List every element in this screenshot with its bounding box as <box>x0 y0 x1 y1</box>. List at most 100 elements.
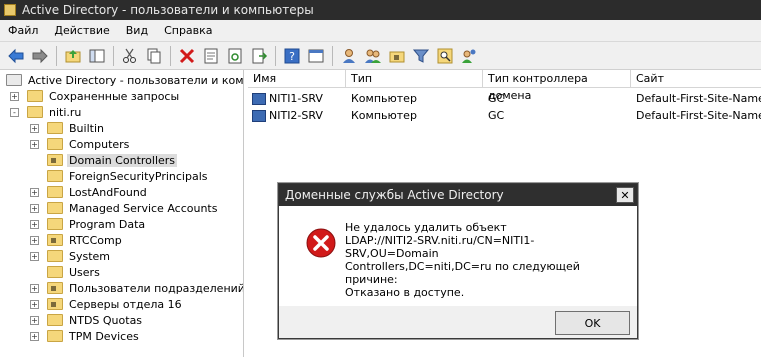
console-icon[interactable] <box>305 45 327 67</box>
dialog-title: Доменные службы Active Directory <box>285 188 504 202</box>
expand-icon[interactable]: + <box>30 187 39 197</box>
folder-icon <box>47 250 63 262</box>
folder-icon <box>47 122 63 134</box>
menu-action[interactable]: Действие <box>46 24 117 37</box>
column-header-dc-type[interactable]: Тип контроллера домена <box>483 70 631 102</box>
create-ou-icon[interactable] <box>386 45 408 67</box>
error-dialog: Доменные службы Active Directory ✕ Не уд… <box>278 183 638 339</box>
tree-item-label: Пользователи подразделений НИТ <box>69 281 244 295</box>
folder-icon <box>47 218 63 230</box>
cell-dc-type: GC <box>488 109 505 122</box>
find-icon[interactable] <box>434 45 456 67</box>
error-message-line: Не удалось удалить объект <box>345 221 507 234</box>
toolbar-separator <box>275 45 276 66</box>
expand-icon[interactable]: + <box>30 235 39 245</box>
tree-item[interactable]: + Computers <box>30 136 131 152</box>
table-row[interactable]: NITI1-SRV Компьютер GC Default-First-Sit… <box>248 90 761 107</box>
column-header-name[interactable]: Имя <box>248 70 346 88</box>
tree-item-label: Builtin <box>69 121 104 135</box>
toolbar-separator <box>170 45 171 66</box>
cell-name: NITI2-SRV <box>248 109 346 122</box>
toolbar: ? <box>0 42 761 70</box>
up-folder-icon[interactable] <box>62 45 84 67</box>
export-list-icon[interactable] <box>248 45 270 67</box>
tree-item[interactable]: Domain Controllers <box>30 152 178 168</box>
tree-item[interactable]: Users <box>30 264 102 280</box>
tree-item[interactable]: - niti.ru <box>10 104 83 120</box>
copy-icon[interactable] <box>143 45 165 67</box>
column-header-type[interactable]: Тип <box>346 70 483 88</box>
tree-item[interactable]: ForeignSecurityPrincipals <box>30 168 210 184</box>
tree-item[interactable]: + Серверы отдела 16 <box>30 296 184 312</box>
refresh-icon[interactable] <box>224 45 246 67</box>
tree-item-label: Users <box>69 265 100 279</box>
expand-icon[interactable]: + <box>30 251 39 261</box>
create-user-icon[interactable] <box>338 45 360 67</box>
expand-icon[interactable]: + <box>30 315 39 325</box>
cell-site: Default-First-Site-Name <box>636 109 761 122</box>
column-header-site[interactable]: Сайт <box>631 70 761 88</box>
folder-icon <box>27 106 43 118</box>
tree-item-label: Domain Controllers <box>67 153 178 167</box>
tree-item-label: Program Data <box>69 217 146 231</box>
expand-icon[interactable]: + <box>30 219 39 229</box>
tree-item-label: LostAndFound <box>69 185 147 199</box>
cell-type: Компьютер <box>351 109 417 122</box>
tree-item[interactable]: + NTDS Quotas <box>30 312 144 328</box>
toolbar-separator <box>332 45 333 66</box>
expand-icon[interactable]: + <box>30 123 39 133</box>
expand-icon[interactable]: + <box>30 331 39 341</box>
tree-item-label: RTCComp <box>69 233 122 247</box>
filter-icon[interactable] <box>410 45 432 67</box>
folder-icon <box>47 202 63 214</box>
tree-item-label: System <box>69 249 111 263</box>
tree-item[interactable]: + TPM Devices <box>30 328 141 344</box>
cut-icon[interactable] <box>119 45 141 67</box>
error-message-line: Controllers,DC=niti,DC=ru по следующей п… <box>345 260 580 286</box>
tree-item[interactable]: + Program Data <box>30 216 147 232</box>
folder-icon <box>47 266 63 278</box>
cell-name: NITI1-SRV <box>248 92 346 105</box>
close-icon[interactable]: ✕ <box>616 187 634 203</box>
back-arrow-icon[interactable] <box>5 45 27 67</box>
computer-icon <box>252 110 266 122</box>
menu-help[interactable]: Справка <box>156 24 220 37</box>
expand-icon[interactable]: + <box>30 203 39 213</box>
tree-item[interactable]: + Пользователи подразделений НИТ <box>30 280 244 296</box>
menu-view[interactable]: Вид <box>118 24 156 37</box>
help-icon[interactable]: ? <box>281 45 303 67</box>
cell-dc-type: GC <box>488 92 505 105</box>
add-to-group-icon[interactable] <box>458 45 480 67</box>
expand-icon[interactable]: + <box>30 299 39 309</box>
tree-item-label: TPM Devices <box>69 329 139 343</box>
create-group-icon[interactable] <box>362 45 384 67</box>
ad-root-icon <box>6 74 22 86</box>
expand-icon[interactable]: + <box>10 91 19 101</box>
tree-item[interactable]: + LostAndFound <box>30 184 149 200</box>
ou-folder-icon <box>47 282 63 294</box>
forward-arrow-icon[interactable] <box>29 45 51 67</box>
dialog-body: Не удалось удалить объект LDAP://NITI2-S… <box>279 206 637 306</box>
tree-item-label: ForeignSecurityPrincipals <box>69 169 208 183</box>
tree-item[interactable]: + RTCComp <box>30 232 124 248</box>
ok-button[interactable]: OK <box>555 311 630 335</box>
tree-root[interactable]: Active Directory - пользователи и компью… <box>6 72 244 88</box>
computer-icon <box>252 93 266 105</box>
tree-item[interactable]: + Сохраненные запросы <box>10 88 181 104</box>
menu-file[interactable]: Файл <box>0 24 46 37</box>
table-row[interactable]: NITI2-SRV Компьютер GC Default-First-Sit… <box>248 107 761 124</box>
tree-item[interactable]: + Builtin <box>30 120 106 136</box>
delete-icon[interactable] <box>176 45 198 67</box>
folder-icon <box>47 186 63 198</box>
properties-icon[interactable] <box>200 45 222 67</box>
toolbar-separator <box>56 45 57 66</box>
error-icon <box>306 228 336 258</box>
tree-item[interactable]: + System <box>30 248 112 264</box>
tree-item[interactable]: + Managed Service Accounts <box>30 200 219 216</box>
expand-icon[interactable]: + <box>30 139 39 149</box>
collapse-icon[interactable]: - <box>10 107 19 117</box>
show-hide-tree-icon[interactable] <box>86 45 108 67</box>
column-headers: Имя Тип Тип контроллера домена Сайт <box>248 70 761 102</box>
expand-icon[interactable]: + <box>30 283 39 293</box>
tree-root-label: Active Directory - пользователи и компью… <box>28 73 244 87</box>
